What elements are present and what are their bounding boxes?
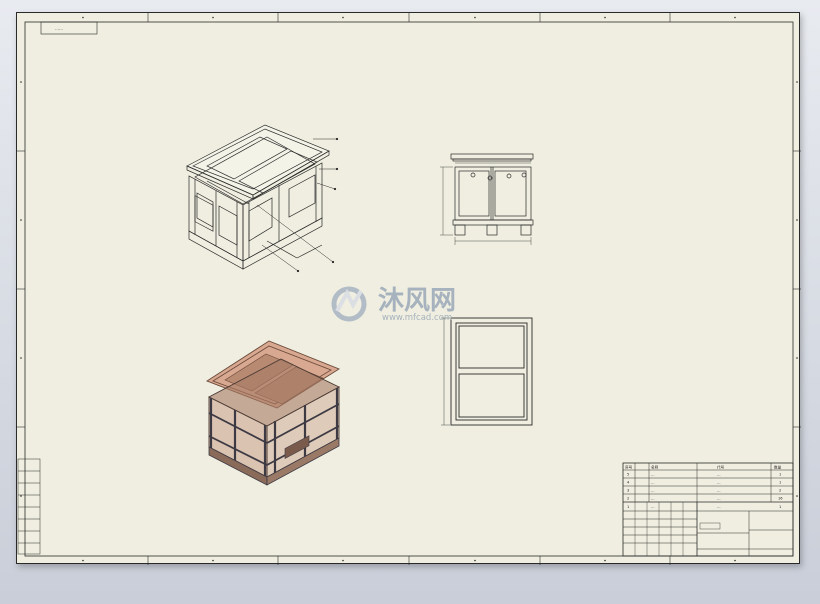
bom-row-qty: 16	[778, 497, 783, 501]
bom-row-name: …	[651, 505, 655, 509]
watermark-brand: 沐风网	[378, 286, 456, 316]
bom-row-code: …	[717, 497, 721, 501]
bom-row-qty: 1	[779, 473, 781, 477]
watermark-url: www.mfcad.com	[382, 313, 452, 323]
bom-row-code: …	[717, 489, 721, 493]
drawing-number-box: ……	[40, 21, 98, 35]
bom-row-name: …	[651, 473, 655, 477]
title-block	[622, 462, 794, 557]
bom-header-no: 序号	[625, 465, 633, 470]
bom-row-name: …	[651, 481, 655, 485]
bom-header-name: 名称	[651, 465, 659, 470]
bom-row-qty: 1	[779, 481, 781, 485]
bom-row-no: 2	[627, 497, 629, 501]
bom-row-no: 1	[627, 505, 629, 509]
watermark: 沐风网 www.mfcad.com	[331, 286, 456, 323]
bom-header-qty: 数量	[774, 465, 782, 470]
bom-row-qty: 1	[779, 505, 781, 509]
left-revision-strip	[17, 458, 41, 555]
bom-row-name: …	[651, 489, 655, 493]
front-orthographic-view	[440, 153, 534, 245]
bom-row-no: 5	[627, 473, 629, 477]
watermark-logo-icon	[331, 286, 367, 322]
drawing-number-text: ……	[55, 26, 63, 31]
bom-row-qty: 2	[779, 489, 781, 493]
top-orthographic-view	[441, 317, 533, 426]
bom-row-no: 4	[627, 481, 630, 485]
isometric-line-view	[186, 124, 339, 273]
bom-row-name: …	[651, 497, 655, 501]
drawing-sheet: …… 沐风网 www.mfcad.com 序号 名称 代号 数量 5 … … 1…	[16, 12, 801, 565]
isometric-shaded-view	[206, 340, 340, 486]
bom-row-code: …	[717, 473, 721, 477]
bom-row-code: …	[717, 481, 721, 485]
bom-header-code: 代号	[717, 465, 725, 470]
bom-row-code: …	[717, 505, 721, 509]
bom-row-no: 3	[627, 489, 629, 493]
drawing-canvas: …… 沐风网 www.mfcad.com 序号 名称 代号 数量 5 … … 1…	[17, 13, 801, 565]
